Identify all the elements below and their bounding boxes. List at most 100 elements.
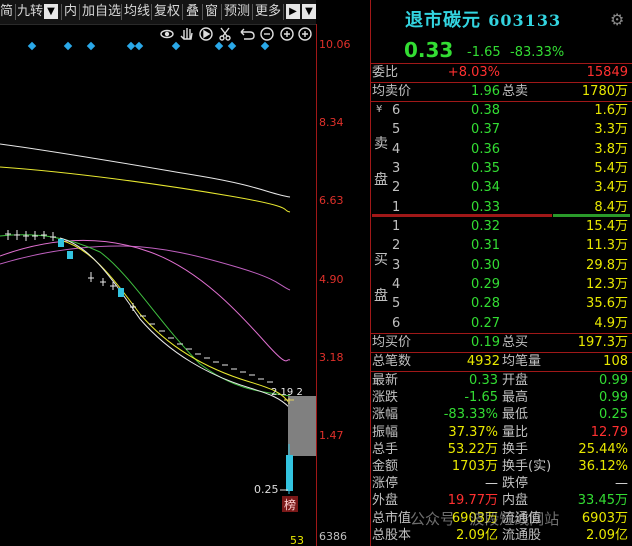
toolbar-add-watchlist[interactable]: 加自选 bbox=[82, 4, 121, 20]
commission-row: 委比 +8.03% 15849 bbox=[372, 64, 630, 82]
hand-icon bbox=[180, 28, 193, 40]
sell-level-price: 0.36 bbox=[471, 141, 500, 157]
ma-line-yellow bbox=[59, 239, 291, 405]
stat-label-right: 换手(实) bbox=[502, 459, 552, 474]
buy-level-volume: 4.9万 bbox=[594, 315, 628, 331]
quote-stat-row: 涨跌 -1.65 最高 0.99 bbox=[372, 389, 630, 406]
y-axis-label: 1.47 bbox=[319, 429, 344, 442]
buy-level-number: 6 bbox=[392, 315, 401, 331]
buy-level-price: 0.31 bbox=[471, 238, 500, 254]
stat-value-left: 37.37% bbox=[448, 424, 498, 440]
toolbar-forecast[interactable]: 预测 bbox=[224, 4, 250, 20]
stat-label-left: 总市值 bbox=[372, 510, 412, 526]
minus-circle-icon bbox=[260, 27, 274, 41]
toolbar-dropdown-icon[interactable]: ▼ bbox=[302, 4, 316, 19]
toolbar-separator bbox=[79, 4, 80, 20]
buy-level-row[interactable]: 1 0.32 15.4万 bbox=[372, 218, 630, 236]
stat-label-right: 最低 bbox=[502, 407, 529, 423]
toolbar-overlay[interactable]: 叠 bbox=[186, 4, 199, 20]
buy-level-number: 5 bbox=[392, 296, 401, 312]
sell-level-price: 0.38 bbox=[471, 103, 500, 118]
stat-label-left: 金额 bbox=[372, 459, 399, 474]
stat-label-left: 总股本 bbox=[372, 527, 412, 543]
toolbar-simple[interactable]: 简 bbox=[0, 4, 13, 20]
sell-level-row[interactable]: 3 0.35 5.4万 bbox=[372, 160, 630, 178]
sell-pressure-bar bbox=[372, 214, 552, 217]
toolbar-separator bbox=[221, 4, 222, 20]
commission-diff: 15849 bbox=[586, 65, 628, 80]
avg-sell-price: 1.96 bbox=[471, 84, 500, 99]
ma-line-green bbox=[0, 234, 291, 397]
stat-value-right: 0.99 bbox=[599, 373, 628, 388]
buy-level-row[interactable]: 2 0.31 11.3万 bbox=[372, 237, 630, 255]
buy-level-row[interactable]: 5 0.28 35.6万 bbox=[372, 295, 630, 313]
stat-value-left: 1703万 bbox=[451, 459, 498, 474]
stat-label-right: 内盘 bbox=[502, 493, 529, 509]
stat-value-right: — bbox=[615, 476, 628, 492]
toolbar-more[interactable]: 更多 bbox=[255, 4, 281, 20]
nine-turn-dropdown-icon[interactable]: ▼ bbox=[44, 4, 58, 19]
buy-level-volume: 35.6万 bbox=[586, 296, 628, 312]
stat-label-right: 流通股 bbox=[502, 527, 542, 543]
total-buy-value: 197.3万 bbox=[577, 335, 628, 350]
buy-pressure-bar bbox=[553, 214, 630, 217]
toolbar-separator bbox=[252, 4, 253, 20]
avg-trade-value: 108 bbox=[603, 354, 628, 369]
buy-level-price: 0.29 bbox=[471, 276, 500, 292]
stat-label-left: 最新 bbox=[372, 373, 399, 388]
sell-level-number: 4 bbox=[392, 141, 401, 157]
stat-value-left: 53.22万 bbox=[447, 441, 498, 457]
sell-level-number: 2 bbox=[392, 180, 401, 196]
quote-stat-row: 总手 53.22万 换手 25.44% bbox=[372, 441, 630, 458]
sell-level-row[interactable]: 2 0.34 3.4万 bbox=[372, 179, 630, 197]
stat-label-left: 涨跌 bbox=[372, 390, 399, 406]
avg-trade-label: 均笔量 bbox=[502, 354, 542, 369]
stat-label-right: 量比 bbox=[502, 424, 529, 440]
sell-level-row[interactable]: 5 0.37 3.3万 bbox=[372, 121, 630, 139]
sell-level-row[interactable]: 6 0.38 1.6万 bbox=[372, 102, 630, 120]
stat-value-right: 25.44% bbox=[578, 441, 628, 457]
chart-toolbar: 简 九转 ▼ 内 加自选 均线 复权 叠 窗 预测 更多 ▶ ▼ bbox=[0, 0, 316, 25]
stat-label-right: 换手 bbox=[502, 441, 529, 457]
avg-buy-price: 0.19 bbox=[471, 335, 500, 350]
buy-level-row[interactable]: 4 0.29 12.3万 bbox=[372, 276, 630, 294]
sell-level-volume: 3.8万 bbox=[594, 141, 628, 157]
stat-label-right: 开盘 bbox=[502, 373, 529, 388]
toolbar-inner[interactable]: 内 bbox=[64, 4, 77, 20]
toolbar-separator bbox=[61, 4, 62, 20]
sell-level-volume: 3.3万 bbox=[594, 122, 628, 138]
expand-panel-icon[interactable]: ▶ bbox=[286, 4, 300, 19]
stat-value-right: 0.25 bbox=[599, 407, 628, 423]
stat-label-right: 跌停 bbox=[502, 476, 529, 492]
y-axis-label: 6.63 bbox=[319, 194, 344, 207]
trades-row: 总笔数 4932 均笔量 108 bbox=[372, 353, 630, 371]
buy-level-number: 3 bbox=[392, 257, 401, 273]
buy-level-volume: 15.4万 bbox=[586, 219, 628, 234]
toolbar-separator bbox=[121, 4, 122, 20]
toolbar-adjust-rights[interactable]: 复权 bbox=[154, 4, 180, 20]
quote-stat-row: 涨停 — 跌停 — bbox=[372, 475, 630, 492]
stat-value-left: 2.09亿 bbox=[456, 527, 498, 543]
stat-value-right: 36.12% bbox=[578, 459, 628, 474]
toolbar-nine-turn[interactable]: 九转 bbox=[17, 4, 43, 20]
event-marker bbox=[134, 41, 144, 51]
cut-icon bbox=[219, 27, 231, 41]
price-change: -1.65 bbox=[467, 45, 501, 60]
buy-level-row[interactable]: 3 0.30 29.8万 bbox=[372, 257, 630, 275]
toolbar-moving-average[interactable]: 均线 bbox=[124, 4, 150, 20]
sell-level-row[interactable]: 4 0.36 3.8万 bbox=[372, 141, 630, 159]
stat-value-left: — bbox=[485, 476, 498, 492]
event-marker bbox=[63, 41, 73, 51]
event-marker bbox=[227, 41, 237, 51]
stat-label-left: 外盘 bbox=[372, 493, 399, 509]
kline-chart[interactable]: 0.25 2.19 2 榜 53 bbox=[0, 24, 316, 546]
buy-level-row[interactable]: 6 0.27 4.9万 bbox=[372, 315, 630, 333]
plus-circle-icon bbox=[298, 27, 312, 41]
toolbar-window[interactable]: 窗 bbox=[205, 4, 218, 20]
y-axis-label: 8.34 bbox=[319, 116, 344, 129]
sell-level-volume: 3.4万 bbox=[594, 180, 628, 196]
stat-label-right: 最高 bbox=[502, 390, 529, 406]
gear-icon[interactable]: ⚙ bbox=[610, 10, 624, 29]
sell-level-number: 6 bbox=[392, 103, 401, 118]
toolbar-separator bbox=[15, 4, 16, 20]
